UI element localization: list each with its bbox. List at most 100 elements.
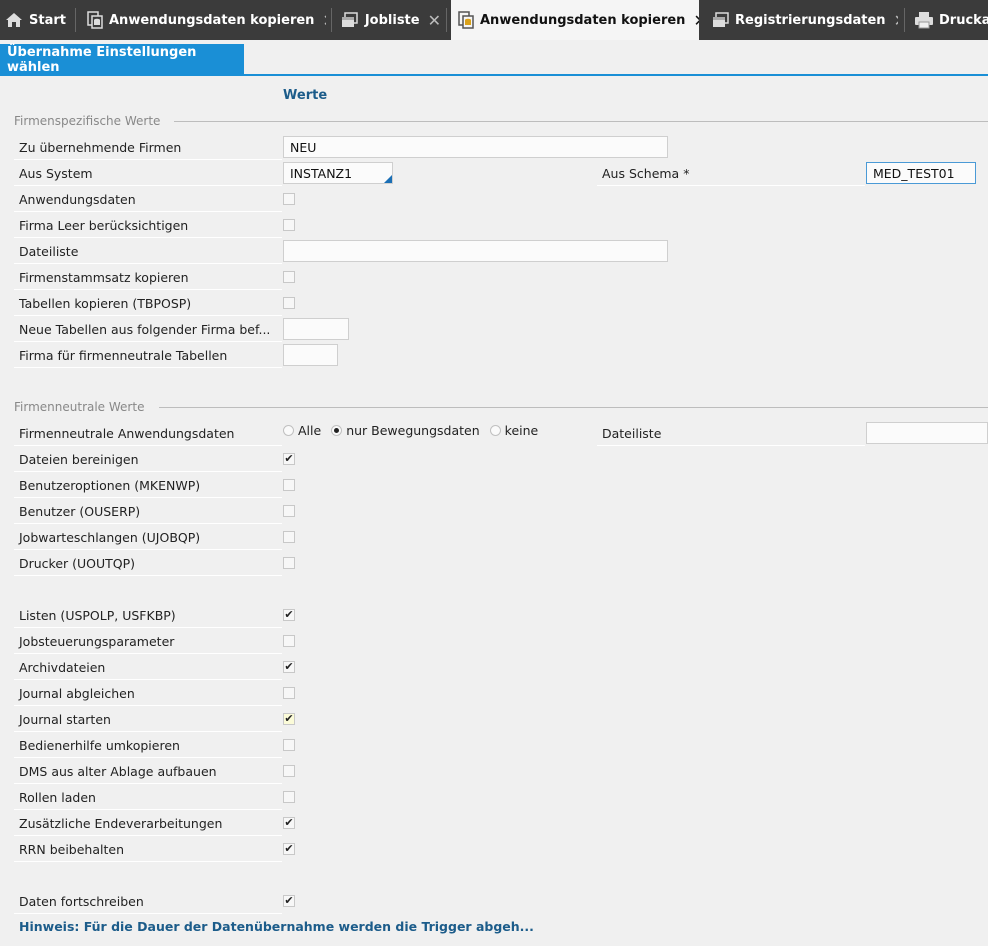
checkmark-icon: ✔ bbox=[284, 712, 294, 725]
label-checkbox-row: Zusätzliche Endeverarbeitungen bbox=[14, 811, 282, 836]
label-checkbox-row: Dateien bereinigen bbox=[14, 447, 282, 472]
radio-label: Alle bbox=[298, 423, 322, 438]
radio-button[interactable] bbox=[283, 425, 294, 436]
checkmark-icon: ✔ bbox=[284, 452, 294, 465]
checkbox[interactable]: ✔ bbox=[283, 661, 295, 673]
checkmark-icon: ✔ bbox=[284, 816, 294, 829]
tab-separator bbox=[446, 8, 447, 32]
label-aus-system: Aus System bbox=[14, 161, 282, 186]
label-checkbox-row: Listen (USPOLP, USFKBP) bbox=[14, 603, 282, 628]
checkbox[interactable]: ✔ bbox=[283, 609, 295, 621]
close-icon[interactable]: ✕ bbox=[322, 11, 326, 30]
tab-jobliste[interactable]: Jobliste ✕ bbox=[341, 0, 441, 40]
label-firmenstamm: Firmenstammsatz kopieren bbox=[14, 265, 282, 290]
printer-icon bbox=[914, 10, 934, 30]
subtab-uebernahme[interactable]: Übernahme Einstellungen wählen bbox=[0, 44, 244, 76]
section-title-firmenneutral: Firmenneutrale Werte bbox=[14, 400, 145, 414]
tab-label: Registrierungsdaten bbox=[735, 12, 886, 28]
checkbox[interactable] bbox=[283, 687, 295, 699]
label-tabellen: Tabellen kopieren (TBPOSP) bbox=[14, 291, 282, 316]
firmenstamm-checkbox[interactable] bbox=[283, 271, 295, 283]
label-checkbox-row: Jobwarteschlangen (UJOBQP) bbox=[14, 525, 282, 550]
copy-db-icon bbox=[457, 10, 475, 30]
section-divider bbox=[159, 407, 988, 408]
checkbox[interactable] bbox=[283, 791, 295, 803]
tab-separator bbox=[904, 8, 905, 32]
checkbox[interactable] bbox=[283, 635, 295, 647]
tab-label: Anwendungsdaten kopieren bbox=[480, 12, 686, 28]
label-dateiliste-neutral: Dateiliste bbox=[597, 421, 865, 446]
radio-button-selected[interactable] bbox=[331, 425, 343, 436]
close-icon[interactable]: ✕ bbox=[693, 11, 699, 30]
subtab-underline bbox=[0, 74, 988, 76]
checkbox[interactable] bbox=[283, 557, 295, 569]
checkbox[interactable]: ✔ bbox=[283, 713, 295, 725]
label-dateiliste: Dateiliste bbox=[14, 239, 282, 264]
label-aus-schema: Aus Schema * bbox=[597, 161, 865, 186]
label-firmen: Zu übernehmende Firmen bbox=[14, 135, 282, 160]
radio-option-alle[interactable]: Alle bbox=[283, 423, 321, 438]
aus-system-select[interactable]: INSTANZ1 bbox=[283, 162, 393, 184]
tab-registrierungsdaten[interactable]: Registrierungsdaten ✕ bbox=[712, 0, 898, 40]
dateiliste-input[interactable] bbox=[283, 240, 668, 262]
firma-neutral-input[interactable] bbox=[283, 344, 338, 366]
tab-anwendungsdaten-1[interactable]: Anwendungsdaten kopieren ✕ bbox=[86, 0, 326, 40]
section-title-firmenspezifisch: Firmenspezifische Werte bbox=[14, 114, 161, 128]
label-neue-tabellen: Neue Tabellen aus folgender Firma bef... bbox=[14, 317, 282, 342]
tab-label: Jobliste bbox=[364, 12, 420, 28]
radio-button[interactable] bbox=[489, 425, 501, 436]
tab-start[interactable]: Start bbox=[4, 0, 70, 40]
checkbox[interactable]: ✔ bbox=[283, 817, 295, 829]
tab-separator bbox=[75, 8, 76, 32]
label-firma-leer: Firma Leer berücksichtigen bbox=[14, 213, 282, 238]
window-icon bbox=[341, 10, 360, 30]
label-firmenneutrale-anwendungsdaten: Firmenneutrale Anwendungsdaten bbox=[14, 421, 282, 446]
dateiliste-neutral-input[interactable] bbox=[866, 422, 988, 444]
label-checkbox-row: Archivdateien bbox=[14, 655, 282, 680]
aus-system-value: INSTANZ1 bbox=[290, 165, 353, 181]
checkmark-icon: ✔ bbox=[284, 660, 294, 673]
anwendungsdaten-checkbox[interactable] bbox=[283, 193, 295, 205]
copy-db-icon bbox=[86, 10, 104, 30]
label-checkbox-row: Benutzer (OUSERP) bbox=[14, 499, 282, 524]
tab-separator bbox=[331, 8, 332, 32]
checkbox[interactable] bbox=[283, 739, 295, 751]
checkbox[interactable] bbox=[283, 505, 295, 517]
section-divider bbox=[174, 121, 988, 122]
checkbox[interactable] bbox=[283, 479, 295, 491]
close-icon[interactable]: ✕ bbox=[428, 11, 441, 30]
radio-option-keine[interactable]: keine bbox=[489, 423, 538, 438]
tab-bar: Start Anwendungsdaten kopieren ✕ Joblist… bbox=[0, 0, 988, 40]
checkmark-icon: ✔ bbox=[284, 608, 294, 621]
tabellen-checkbox[interactable] bbox=[283, 297, 295, 309]
label-checkbox-row: Daten fortschreiben bbox=[14, 889, 282, 914]
window-icon bbox=[712, 10, 730, 30]
label-checkbox-row: Journal starten bbox=[14, 707, 282, 732]
label-firma-neutral: Firma für firmenneutrale Tabellen bbox=[14, 343, 282, 368]
firma-leer-checkbox[interactable] bbox=[283, 219, 295, 231]
tab-anwendungsdaten-active[interactable]: Anwendungsdaten kopieren ✕ bbox=[451, 0, 699, 40]
tab-label: Anwendungsdaten kopieren bbox=[109, 12, 315, 28]
close-icon[interactable]: ✕ bbox=[894, 11, 898, 30]
checkbox[interactable]: ✔ bbox=[283, 453, 295, 465]
label-checkbox-row: Benutzeroptionen (MKENWP) bbox=[14, 473, 282, 498]
checkbox[interactable] bbox=[283, 765, 295, 777]
home-icon bbox=[4, 10, 24, 30]
label-checkbox-row: Rollen laden bbox=[14, 785, 282, 810]
checkbox[interactable]: ✔ bbox=[283, 895, 295, 907]
dropdown-corner-icon[interactable] bbox=[384, 175, 392, 183]
checkbox[interactable] bbox=[283, 531, 295, 543]
label-checkbox-row: Jobsteuerungsparameter bbox=[14, 629, 282, 654]
label-checkbox-row: RRN beibehalten bbox=[14, 837, 282, 862]
label-checkbox-row: DMS aus alter Ablage aufbauen bbox=[14, 759, 282, 784]
checkbox[interactable]: ✔ bbox=[283, 843, 295, 855]
tab-label: Start bbox=[29, 12, 66, 28]
radio-label: nur Bewegungsdaten bbox=[346, 423, 480, 438]
radio-group-anwendungsdaten: Alle nur Bewegungsdaten keine bbox=[283, 423, 548, 438]
tab-druckausgabe[interactable]: Druckausgabe bbox=[914, 0, 988, 40]
neue-tabellen-input[interactable] bbox=[283, 318, 349, 340]
aus-schema-input[interactable]: MED_TEST01 bbox=[866, 162, 976, 184]
radio-option-bewegungsdaten[interactable]: nur Bewegungsdaten bbox=[331, 423, 480, 438]
firmen-input[interactable]: NEU bbox=[283, 136, 668, 158]
label-anwendungsdaten: Anwendungsdaten bbox=[14, 187, 282, 212]
